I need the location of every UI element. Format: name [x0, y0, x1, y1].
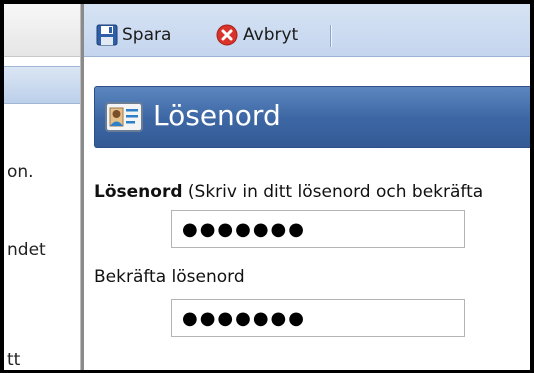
sidebar-text-fragment: on. [7, 162, 34, 182]
toolbar: Spara Avbryt [84, 4, 530, 57]
password-hint: (Skriv in ditt lösenord och bekräfta [182, 182, 484, 202]
cancel-icon [216, 24, 238, 46]
id-card-icon [105, 100, 143, 134]
left-sidebar: on. ndet tt [4, 4, 80, 370]
sidebar-text-fragment: ndet [7, 240, 46, 260]
password-field[interactable] [171, 210, 465, 248]
left-section-header [4, 66, 80, 104]
cancel-button[interactable]: Avbryt [216, 23, 298, 47]
panel-title: Lösenord [153, 99, 281, 132]
password-label: Lösenord [94, 182, 183, 202]
panel-title-bar: Lösenord [94, 86, 530, 148]
cancel-button-label: Avbryt [243, 25, 299, 45]
confirm-password-field[interactable] [171, 299, 465, 337]
floppy-disk-icon [96, 24, 118, 46]
toolbar-separator [330, 25, 331, 47]
main-panel: Spara Avbryt Lösenord Lösenord (Skriv in… [84, 4, 530, 370]
save-button-label: Spara [122, 25, 172, 45]
save-button[interactable]: Spara [96, 23, 171, 47]
password-label-row: Lösenord (Skriv in ditt lösenord och bek… [94, 182, 483, 202]
left-toolbar [4, 4, 80, 57]
sidebar-text-fragment: tt [7, 350, 21, 370]
confirm-password-label: Bekräfta lösenord [94, 267, 245, 287]
window-frame: on. ndet tt Spara Avbryt Lösenord Löseno… [0, 0, 534, 373]
